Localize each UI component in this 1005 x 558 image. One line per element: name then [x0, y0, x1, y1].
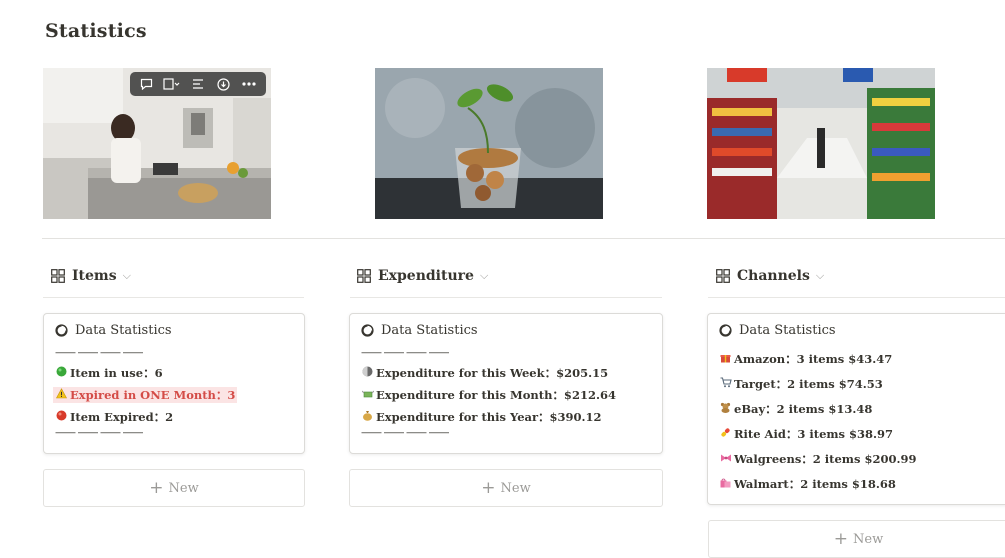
stat-row: Item in use：6: [55, 365, 163, 381]
teddy-bear-icon: [719, 402, 732, 416]
shopping-bags-icon: [719, 477, 732, 491]
comment-icon[interactable]: [135, 74, 159, 94]
new-item-button[interactable]: + New: [708, 520, 1005, 558]
view-tab-expenditure[interactable]: Expenditure ⌵: [357, 268, 488, 284]
separator: —— —— —— ——: [55, 426, 143, 439]
view-title: Channels: [737, 268, 810, 284]
view-tab-channels[interactable]: Channels ⌵: [716, 268, 824, 284]
plus-icon: +: [833, 529, 849, 549]
card-title: Data Statistics: [361, 323, 478, 338]
red-circle-icon: [55, 410, 68, 424]
green-circle-icon: [55, 366, 68, 380]
coins-plant-image[interactable]: [375, 68, 603, 219]
view-tab-items[interactable]: Items ⌵: [51, 268, 131, 284]
card-title: Data Statistics: [55, 323, 172, 338]
stat-row: eBay：2 items $13.48: [719, 401, 872, 417]
pie-chart-icon: [719, 324, 732, 337]
gift-icon: [719, 352, 732, 366]
gallery-grid-icon: [716, 269, 730, 283]
stat-row: Walgreens：2 items $200.99: [719, 451, 916, 467]
gallery-grid-icon: [51, 269, 65, 283]
plus-icon: +: [149, 478, 164, 498]
view-title: Items: [72, 268, 117, 284]
separator: —— —— —— ——: [55, 346, 143, 359]
supermarket-image[interactable]: [707, 68, 935, 219]
stat-row: Expenditure for this Month：$212.64: [361, 387, 616, 403]
stat-row: Item Expired：2: [55, 409, 173, 425]
new-item-button[interactable]: + New: [43, 469, 305, 507]
view-underline: [350, 297, 662, 298]
view-underline: [43, 297, 304, 298]
divider: [42, 238, 1005, 239]
pill-icon: [719, 427, 732, 441]
card-title: Data Statistics: [719, 323, 836, 338]
view-underline: [708, 297, 1005, 298]
view-title: Expenditure: [378, 268, 474, 284]
half-moon-icon: [361, 366, 374, 380]
stat-row-highlighted: Expired in ONE Month：3: [53, 387, 238, 403]
pie-chart-icon: [361, 324, 374, 337]
separator: —— —— —— ——: [361, 426, 449, 439]
chevron-down-icon[interactable]: ⌵: [123, 269, 131, 283]
warning-icon: [55, 388, 68, 402]
stat-row: Rite Aid：3 items $38.97: [719, 426, 893, 442]
image-toolbar: [130, 72, 266, 96]
chevron-down-icon[interactable]: ⌵: [816, 269, 824, 283]
stat-row: Amazon：3 items $43.47: [719, 351, 892, 367]
money-bag-icon: [361, 410, 374, 424]
page-title: Statistics: [45, 20, 147, 42]
gallery-grid-icon: [357, 269, 371, 283]
stats-card-expenditure[interactable]: Data Statistics —— —— —— —— Expenditure …: [349, 313, 663, 454]
plus-icon: +: [481, 478, 496, 498]
layout-icon[interactable]: [160, 74, 184, 94]
pie-chart-icon: [55, 324, 68, 337]
separator: —— —— —— ——: [361, 346, 449, 359]
stats-card-items[interactable]: Data Statistics —— —— —— —— Item in use：…: [43, 313, 305, 454]
stat-row: Expenditure for this Week：$205.15: [361, 365, 608, 381]
more-icon[interactable]: [237, 74, 261, 94]
align-icon[interactable]: [186, 74, 210, 94]
ribbon-icon: [719, 453, 732, 466]
stat-row: Expenditure for this Year：$390.12: [361, 409, 602, 425]
new-item-button[interactable]: + New: [349, 469, 663, 507]
money-wings-icon: [361, 389, 374, 402]
download-icon[interactable]: [212, 74, 236, 94]
cart-icon: [719, 377, 732, 391]
stat-row: Walmart：2 items $18.68: [719, 476, 896, 492]
chevron-down-icon[interactable]: ⌵: [480, 269, 488, 283]
stats-card-channels[interactable]: Data Statistics Amazon：3 items $43.47 Ta…: [707, 313, 1005, 505]
stat-row: Target：2 items $74.53: [719, 376, 883, 392]
